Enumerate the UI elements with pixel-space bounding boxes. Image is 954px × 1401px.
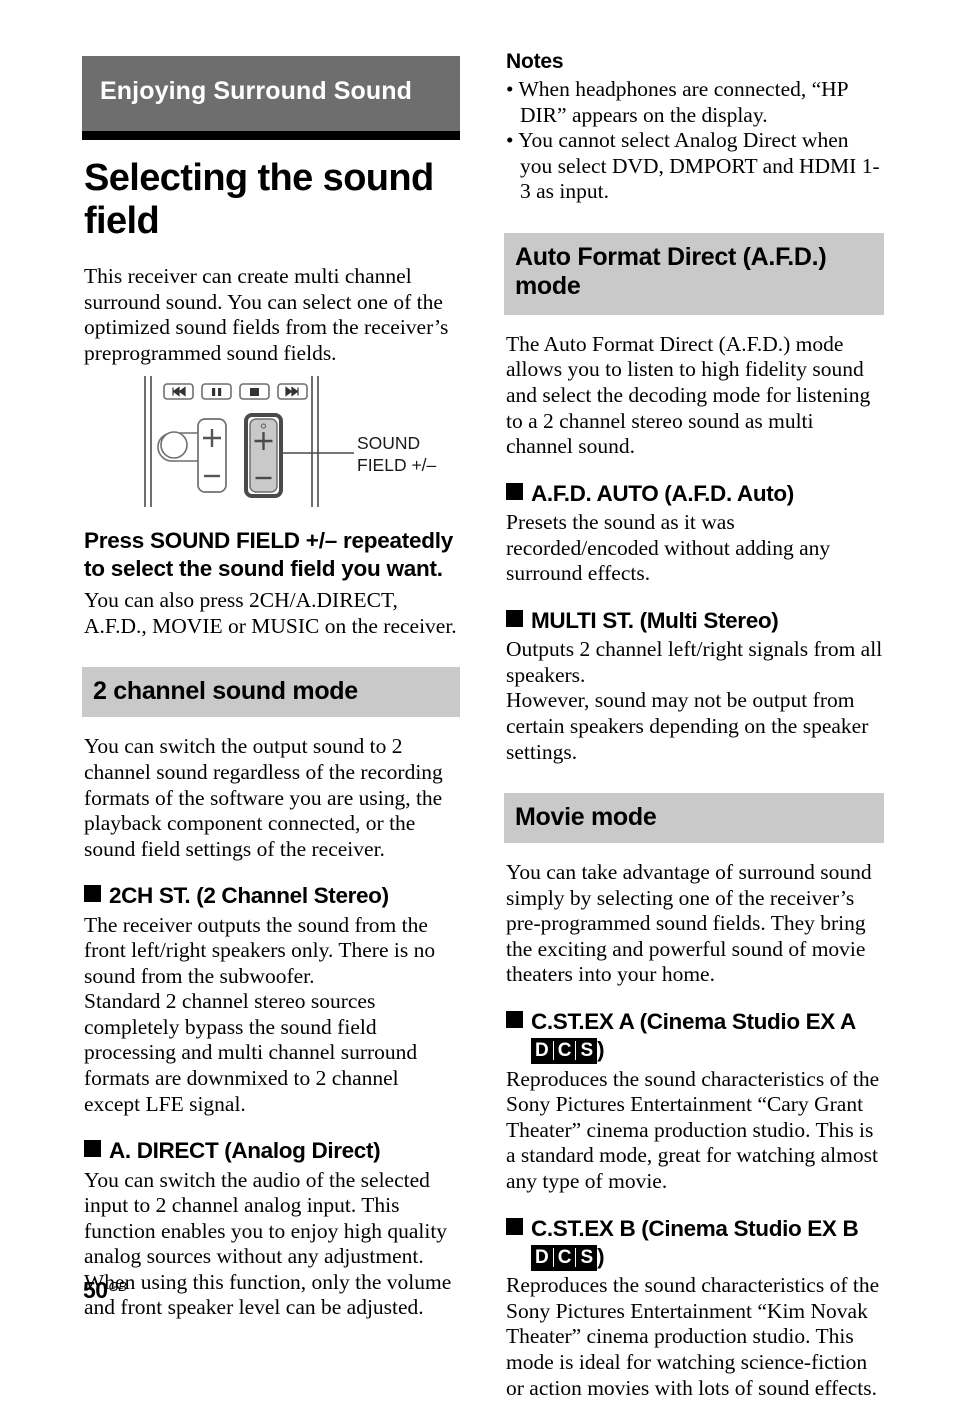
volume-rocker <box>197 418 227 494</box>
black-square-icon <box>506 609 523 627</box>
subsection-title-text: MULTI ST. (Multi Stereo) <box>531 607 779 633</box>
section-heading-afd: Auto Format Direct (A.F.D.) mode <box>504 232 884 315</box>
afd-heading-line2: mode <box>515 271 581 300</box>
2ch-st-paragraph-1: The receiver outputs the sound from the … <box>84 912 436 988</box>
subsection-title-text: A.F.D. AUTO (A.F.D. Auto) <box>531 480 794 506</box>
dcs-letter-s: S <box>580 1040 594 1062</box>
remote-dial <box>157 431 205 463</box>
a-direct-paragraph-2: When using this function, only the volum… <box>84 1269 452 1320</box>
black-square-icon <box>506 482 523 500</box>
black-square-icon <box>84 885 101 903</box>
subsection-heading-cstex-a: C.ST.EX A (Cinema Studio EX A D C S) <box>506 1008 884 1065</box>
remote-diagram: SOUND FIELD +/– <box>82 374 460 509</box>
cstex-b-paragraph-1: Reproduces the sound characteristics of … <box>506 1273 880 1400</box>
subsection-title-text: C.ST.EX B (Cinema Studio EX B <box>531 1215 859 1241</box>
multi-st-paragraph-2: However, sound may not be output from ce… <box>506 688 869 764</box>
subsection-heading-cstex-b: C.ST.EX B (Cinema Studio EX B D C S) <box>506 1215 884 1272</box>
afd-auto-paragraph-1: Presets the sound as it was recorded/enc… <box>506 510 831 586</box>
subsection-heading-afd-auto: A.F.D. AUTO (A.F.D. Auto) <box>506 480 884 508</box>
dcs-letter-c: C <box>554 1041 577 1061</box>
2ch-st-paragraph-2: Standard 2 channel stereo sources comple… <box>84 989 418 1116</box>
dcs-badge-icon: DCS <box>531 1244 598 1271</box>
afd-intro: The Auto Format Direct (A.F.D.) mode all… <box>506 331 871 459</box>
cstex-a-title-close: ) <box>597 1037 605 1063</box>
chapter-banner: Enjoying Surround Sound <box>82 56 460 131</box>
black-square-icon <box>506 1217 523 1235</box>
black-square-icon <box>84 1140 101 1158</box>
page-title: Selecting the sound field <box>84 157 434 242</box>
transport-next-button <box>277 383 308 401</box>
notes-title: Notes <box>506 50 564 73</box>
transport-prev-button <box>163 383 194 401</box>
sound-field-rocker <box>244 413 283 499</box>
page-footer: 50GB <box>83 1277 127 1304</box>
afd-heading-line1: Auto Format Direct (A.F.D.) <box>515 242 827 271</box>
subsection-title-text: 2CH ST. (2 Channel Stereo) <box>109 883 389 909</box>
subsection-title-text: C.ST.EX A (Cinema Studio EX A <box>531 1008 856 1034</box>
instruction-followup: You can also press 2CH/A.DIRECT, A.F.D.,… <box>84 588 457 638</box>
manual-page: Enjoying Surround Sound Selecting the so… <box>0 0 954 1400</box>
cstex-a-badge-row: D C S) <box>531 1036 605 1065</box>
sound-field-callout-label: SOUND FIELD +/– <box>357 433 437 476</box>
section-heading-two-channel: 2 channel sound mode <box>82 667 460 718</box>
a-direct-paragraph-1: You can switch the audio of the selected… <box>84 1167 448 1269</box>
subsection-heading-a-direct: A. DIRECT (Analog Direct) <box>84 1137 460 1165</box>
movie-intro: You can take advantage of surround sound… <box>506 860 872 987</box>
black-square-icon <box>506 1010 523 1028</box>
cstex-b-badge-row: D C S) <box>531 1243 605 1271</box>
note-item: • You cannot select Analog Direct when y… <box>506 128 880 204</box>
page-number: 50 <box>83 1277 108 1303</box>
cstex-a-paragraph-1: Reproduces the sound characteristics of … <box>506 1066 880 1193</box>
note-item: • When headphones are connected, “HP DIR… <box>506 77 848 127</box>
dcs-letter-d: D <box>531 1247 554 1267</box>
subsection-title-text: A. DIRECT (Analog Direct) <box>109 1138 381 1164</box>
remote-illustration <box>144 376 354 508</box>
subsection-heading-multi-st: MULTI ST. (Multi Stereo) <box>506 607 884 635</box>
dcs-letter-d: D <box>531 1041 554 1061</box>
cstex-b-title-close: ) <box>597 1243 605 1269</box>
transport-pause-button <box>201 383 232 401</box>
intro-paragraph: This receiver can create multi channel s… <box>84 264 449 365</box>
dcs-badge-icon: DCS <box>531 1038 598 1065</box>
dcs-letter-c: C <box>554 1247 577 1267</box>
instruction-bold: Press SOUND FIELD +/– repeatedly to sele… <box>84 528 454 582</box>
dcs-letter-s: S <box>580 1246 594 1268</box>
chapter-rule <box>82 131 460 140</box>
transport-stop-button <box>239 383 270 401</box>
subsection-heading-2ch-st: 2CH ST. (2 Channel Stereo) <box>84 882 460 910</box>
two-channel-intro: You can switch the output sound to 2 cha… <box>84 734 443 861</box>
section-heading-movie: Movie mode <box>504 793 884 844</box>
left-column: Enjoying Surround Sound Selecting the so… <box>82 56 460 1321</box>
right-column: Notes • When headphones are connected, “… <box>504 50 884 1401</box>
chapter-banner-title: Enjoying Surround Sound <box>100 77 412 105</box>
multi-st-paragraph-1: Outputs 2 channel left/right signals fro… <box>506 637 883 687</box>
region-code: GB <box>108 1280 127 1294</box>
